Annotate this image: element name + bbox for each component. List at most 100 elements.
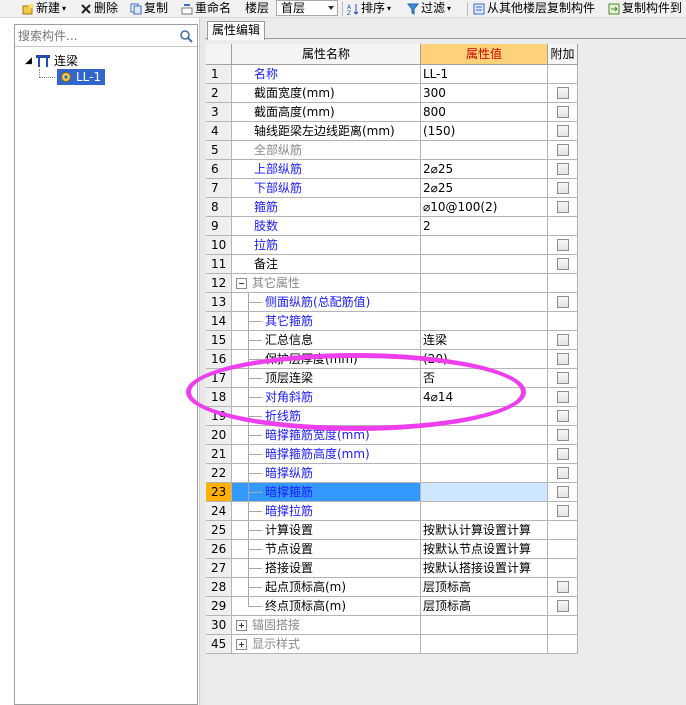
property-value-cell[interactable] bbox=[421, 502, 548, 521]
property-value-cell[interactable]: 800 bbox=[421, 103, 548, 122]
table-row[interactable]: 27 搭接设置 按默认搭接设置计算 bbox=[206, 559, 578, 578]
property-name-cell[interactable]: 保护层厚度(mm) bbox=[232, 350, 421, 369]
extra-checkbox[interactable] bbox=[557, 296, 569, 308]
property-name-cell[interactable]: 拉筋 bbox=[232, 236, 421, 255]
extra-checkbox[interactable] bbox=[557, 505, 569, 517]
tree-expand-icon[interactable]: ◢ bbox=[25, 53, 35, 69]
tab-property-edit[interactable]: 属性编辑 bbox=[207, 21, 266, 40]
property-name-cell[interactable]: 显示样式 bbox=[232, 635, 421, 654]
property-value-cell[interactable] bbox=[421, 312, 548, 331]
property-value-cell[interactable]: 2⌀25 bbox=[421, 179, 548, 198]
property-value-cell[interactable]: 4⌀14 bbox=[421, 388, 548, 407]
property-name-cell[interactable]: 起点顶标高(m) bbox=[232, 578, 421, 597]
table-row[interactable]: 8 箍筋 ⌀10@100(2) bbox=[206, 198, 578, 217]
table-row[interactable]: 28 起点顶标高(m) 层顶标高 bbox=[206, 578, 578, 597]
extra-checkbox[interactable] bbox=[557, 391, 569, 403]
extra-checkbox[interactable] bbox=[557, 410, 569, 422]
extra-checkbox[interactable] bbox=[557, 448, 569, 460]
property-value-cell[interactable]: 连梁 bbox=[421, 331, 548, 350]
table-row[interactable]: 17 顶层连梁 否 bbox=[206, 369, 578, 388]
property-value-cell[interactable] bbox=[421, 483, 548, 502]
extra-checkbox[interactable] bbox=[557, 467, 569, 479]
property-name-cell[interactable]: 计算设置 bbox=[232, 521, 421, 540]
property-name-cell[interactable]: 暗撑拉筋 bbox=[232, 502, 421, 521]
copy-button[interactable]: 复制 bbox=[130, 0, 168, 17]
table-row[interactable]: 3 截面高度(mm) 800 bbox=[206, 103, 578, 122]
table-row[interactable]: 1 名称 LL-1 bbox=[206, 65, 578, 84]
search-icon[interactable] bbox=[179, 29, 193, 43]
property-value-cell[interactable] bbox=[421, 616, 548, 635]
table-row[interactable]: 26 节点设置 按默认节点设置计算 bbox=[206, 540, 578, 559]
extra-checkbox[interactable] bbox=[557, 163, 569, 175]
collapse-minus-icon[interactable] bbox=[236, 278, 247, 289]
property-name-cell[interactable]: 汇总信息 bbox=[232, 331, 421, 350]
property-name-cell[interactable]: 节点设置 bbox=[232, 540, 421, 559]
table-row[interactable]: 19 折线筋 bbox=[206, 407, 578, 426]
property-name-cell[interactable]: 暗撑箍筋宽度(mm) bbox=[232, 426, 421, 445]
extra-checkbox[interactable] bbox=[557, 486, 569, 498]
property-name-cell[interactable]: 上部纵筋 bbox=[232, 160, 421, 179]
table-row[interactable]: 18 对角斜筋 4⌀14 bbox=[206, 388, 578, 407]
property-value-cell[interactable] bbox=[421, 274, 548, 293]
extra-checkbox[interactable] bbox=[557, 600, 569, 612]
property-value-cell[interactable]: 按默认计算设置计算 bbox=[421, 521, 548, 540]
extra-checkbox[interactable] bbox=[557, 125, 569, 137]
property-value-cell[interactable]: 按默认节点设置计算 bbox=[421, 540, 548, 559]
table-row[interactable]: 45 显示样式 bbox=[206, 635, 578, 654]
tree-node-ll-1[interactable]: LL-1 bbox=[57, 69, 106, 85]
property-name-cell[interactable]: 对角斜筋 bbox=[232, 388, 421, 407]
new-button[interactable]: 新建 ▾ bbox=[22, 0, 66, 17]
table-row[interactable]: 20 暗撑箍筋宽度(mm) bbox=[206, 426, 578, 445]
expand-plus-icon[interactable] bbox=[236, 639, 247, 650]
property-name-cell[interactable]: 全部纵筋 bbox=[232, 141, 421, 160]
expand-plus-icon[interactable] bbox=[236, 620, 247, 631]
property-name-cell[interactable]: 折线筋 bbox=[232, 407, 421, 426]
property-name-cell[interactable]: 暗撑纵筋 bbox=[232, 464, 421, 483]
table-row[interactable]: 5 全部纵筋 bbox=[206, 141, 578, 160]
property-value-cell[interactable]: 层顶标高 bbox=[421, 597, 548, 616]
table-row[interactable]: 21 暗撑箍筋高度(mm) bbox=[206, 445, 578, 464]
floor-select[interactable]: 首层 bbox=[276, 0, 338, 16]
copy-from-floor-button[interactable]: 从其他楼层复制构件 bbox=[473, 0, 595, 17]
property-name-cell[interactable]: 下部纵筋 bbox=[232, 179, 421, 198]
table-row[interactable]: 24 暗撑拉筋 bbox=[206, 502, 578, 521]
property-name-cell[interactable]: 截面高度(mm) bbox=[232, 103, 421, 122]
extra-checkbox[interactable] bbox=[557, 144, 569, 156]
extra-checkbox[interactable] bbox=[557, 334, 569, 346]
table-row[interactable]: 23 暗撑箍筋 bbox=[206, 483, 578, 502]
extra-checkbox[interactable] bbox=[557, 258, 569, 270]
extra-checkbox[interactable] bbox=[557, 87, 569, 99]
property-value-cell[interactable]: 2 bbox=[421, 217, 548, 236]
extra-checkbox[interactable] bbox=[557, 581, 569, 593]
property-value-cell[interactable] bbox=[421, 426, 548, 445]
table-row[interactable]: 2 截面宽度(mm) 300 bbox=[206, 84, 578, 103]
property-name-cell[interactable]: 终点顶标高(m) bbox=[232, 597, 421, 616]
property-value-cell[interactable] bbox=[421, 464, 548, 483]
property-value-cell[interactable]: LL-1 bbox=[421, 65, 548, 84]
property-name-cell[interactable]: 轴线距梁左边线距离(mm) bbox=[232, 122, 421, 141]
table-row[interactable]: 13 侧面纵筋(总配筋值) bbox=[206, 293, 578, 312]
property-value-cell[interactable]: ⌀10@100(2) bbox=[421, 198, 548, 217]
table-row[interactable]: 11 备注 bbox=[206, 255, 578, 274]
table-row[interactable]: 25 计算设置 按默认计算设置计算 bbox=[206, 521, 578, 540]
extra-checkbox[interactable] bbox=[557, 353, 569, 365]
table-row[interactable]: 15 汇总信息 连梁 bbox=[206, 331, 578, 350]
property-value-cell[interactable] bbox=[421, 255, 548, 274]
filter-button[interactable]: 过滤 ▾ bbox=[406, 0, 451, 17]
property-value-cell[interactable] bbox=[421, 293, 548, 312]
property-value-cell[interactable]: (150) bbox=[421, 122, 548, 141]
property-name-cell[interactable]: 锚固搭接 bbox=[232, 616, 421, 635]
property-value-cell[interactable] bbox=[421, 236, 548, 255]
search-input[interactable] bbox=[18, 27, 168, 45]
property-name-cell[interactable]: 侧面纵筋(总配筋值) bbox=[232, 293, 421, 312]
tree-node-lianliang[interactable]: ◢ 连梁 bbox=[25, 53, 78, 69]
property-value-cell[interactable]: 层顶标高 bbox=[421, 578, 548, 597]
copy-to-button[interactable]: 复制构件到 bbox=[608, 0, 682, 17]
delete-button[interactable]: 删除 bbox=[80, 0, 118, 17]
extra-checkbox[interactable] bbox=[557, 182, 569, 194]
extra-checkbox[interactable] bbox=[557, 429, 569, 441]
table-row[interactable]: 10 拉筋 bbox=[206, 236, 578, 255]
table-row[interactable]: 9 肢数 2 bbox=[206, 217, 578, 236]
table-row[interactable]: 29 终点顶标高(m) 层顶标高 bbox=[206, 597, 578, 616]
table-row[interactable]: 12 其它属性 bbox=[206, 274, 578, 293]
